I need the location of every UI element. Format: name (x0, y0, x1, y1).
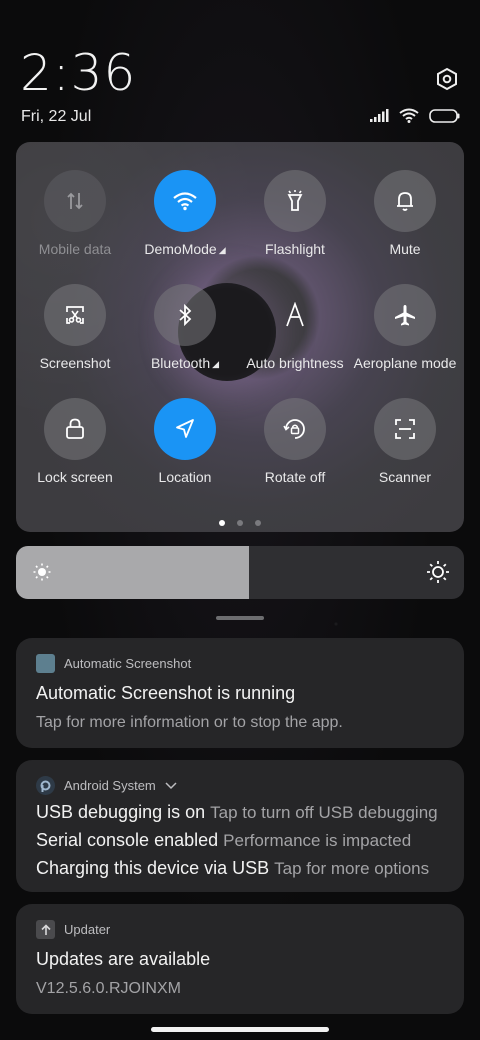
tile-auto-brightness[interactable]: Auto brightness (240, 284, 350, 371)
aeroplane-icon (395, 305, 415, 326)
notification-body: Tap for more information or to stop the … (36, 714, 343, 731)
notification-automatic-screenshot[interactable]: Automatic Screenshot Automatic Screensho… (16, 638, 464, 748)
notification-app-name: Updater (64, 922, 111, 937)
date: Fri, 22 Jul (21, 108, 92, 125)
tile-bluetooth[interactable]: Bluetooth ◢ (130, 284, 240, 371)
notification-title: Automatic Screenshot is running (36, 683, 296, 703)
tile-label: DemoMode (144, 241, 217, 257)
wifi-icon (399, 108, 419, 123)
tile-label: Aeroplane mode (353, 355, 457, 371)
updater-icon (36, 920, 55, 939)
location-icon (176, 419, 194, 438)
clock: 2:36 (20, 44, 137, 102)
wifi-icon (173, 192, 197, 211)
tile-label: Mobile data (38, 241, 112, 257)
settings-hexagon-icon (437, 67, 457, 91)
tile-label: Mute (389, 241, 421, 257)
bluetooth-icon (179, 303, 192, 327)
bell-icon (397, 192, 413, 211)
screenshot-icon (66, 306, 84, 324)
page-indicator (16, 520, 464, 526)
page-dot[interactable] (255, 520, 261, 526)
notification-android-system[interactable]: Android System USB debugging is on Tap t… (16, 760, 464, 892)
tile-label: Auto brightness (246, 355, 344, 371)
notification-app-name: Android System (64, 778, 156, 793)
tile-label: Flashlight (265, 241, 325, 257)
notification-app-name: Automatic Screenshot (64, 656, 192, 671)
tile-rotate-off[interactable]: Rotate off (240, 398, 350, 485)
tile-mute[interactable]: Mute (350, 170, 460, 257)
tile-label: Screenshot (39, 355, 111, 371)
settings-button[interactable] (432, 64, 462, 94)
tile-scanner[interactable]: Scanner (350, 398, 460, 485)
notification-title: Updates are available (36, 949, 211, 969)
notification-line: USB debugging is on Tap to turn off USB … (36, 802, 438, 822)
tile-wifi[interactable]: DemoMode ◢ (130, 170, 240, 257)
tile-location[interactable]: Location (130, 398, 240, 485)
android-system-icon (36, 776, 55, 795)
page-dot[interactable] (219, 520, 225, 526)
expand-arrow-icon[interactable]: ◢ (212, 359, 219, 369)
app-icon (36, 654, 55, 673)
tile-mobile-data[interactable]: Mobile data (20, 170, 130, 257)
brightness-high-icon (427, 561, 449, 583)
brightness-low-icon (33, 563, 51, 581)
notification-body: V12.5.6.0.RJOINXM (36, 980, 181, 997)
tile-lock-screen[interactable]: Lock screen (20, 398, 130, 485)
expand-arrow-icon[interactable]: ◢ (219, 245, 226, 255)
lock-icon (66, 418, 84, 439)
quick-settings-grid: Mobile data DemoMode ◢ Flashlight Mute S… (16, 170, 464, 485)
status-icons (370, 108, 460, 123)
tile-label: Location (158, 469, 212, 485)
tile-label: Scanner (378, 469, 432, 485)
notification-line: Serial console enabled Performance is im… (36, 830, 412, 850)
rotate-lock-icon (283, 419, 305, 439)
quick-settings-panel: Mobile data DemoMode ◢ Flashlight Mute S… (16, 142, 464, 532)
notification-line: Charging this device via USB Tap for mor… (36, 858, 430, 878)
flashlight-icon (287, 190, 303, 211)
brightness-slider[interactable] (16, 546, 464, 599)
mobile-data-icon (67, 192, 83, 210)
tile-screenshot[interactable]: Screenshot (20, 284, 130, 371)
scanner-icon (395, 419, 415, 439)
battery-icon (429, 108, 460, 123)
page-dot[interactable] (237, 520, 243, 526)
tile-label: Rotate off (264, 469, 326, 485)
tile-label: Bluetooth (150, 355, 211, 371)
home-indicator[interactable] (151, 1027, 329, 1032)
tile-label: Lock screen (37, 469, 113, 485)
signal-icon (370, 109, 389, 122)
notification-updater[interactable]: Updater Updates are available V12.5.6.0.… (16, 904, 464, 1014)
chevron-down-icon[interactable] (165, 781, 177, 790)
tile-flashlight[interactable]: Flashlight (240, 170, 350, 257)
tile-aeroplane-mode[interactable]: Aeroplane mode (350, 284, 460, 371)
drag-handle[interactable] (216, 616, 264, 620)
auto-brightness-icon (286, 302, 304, 327)
